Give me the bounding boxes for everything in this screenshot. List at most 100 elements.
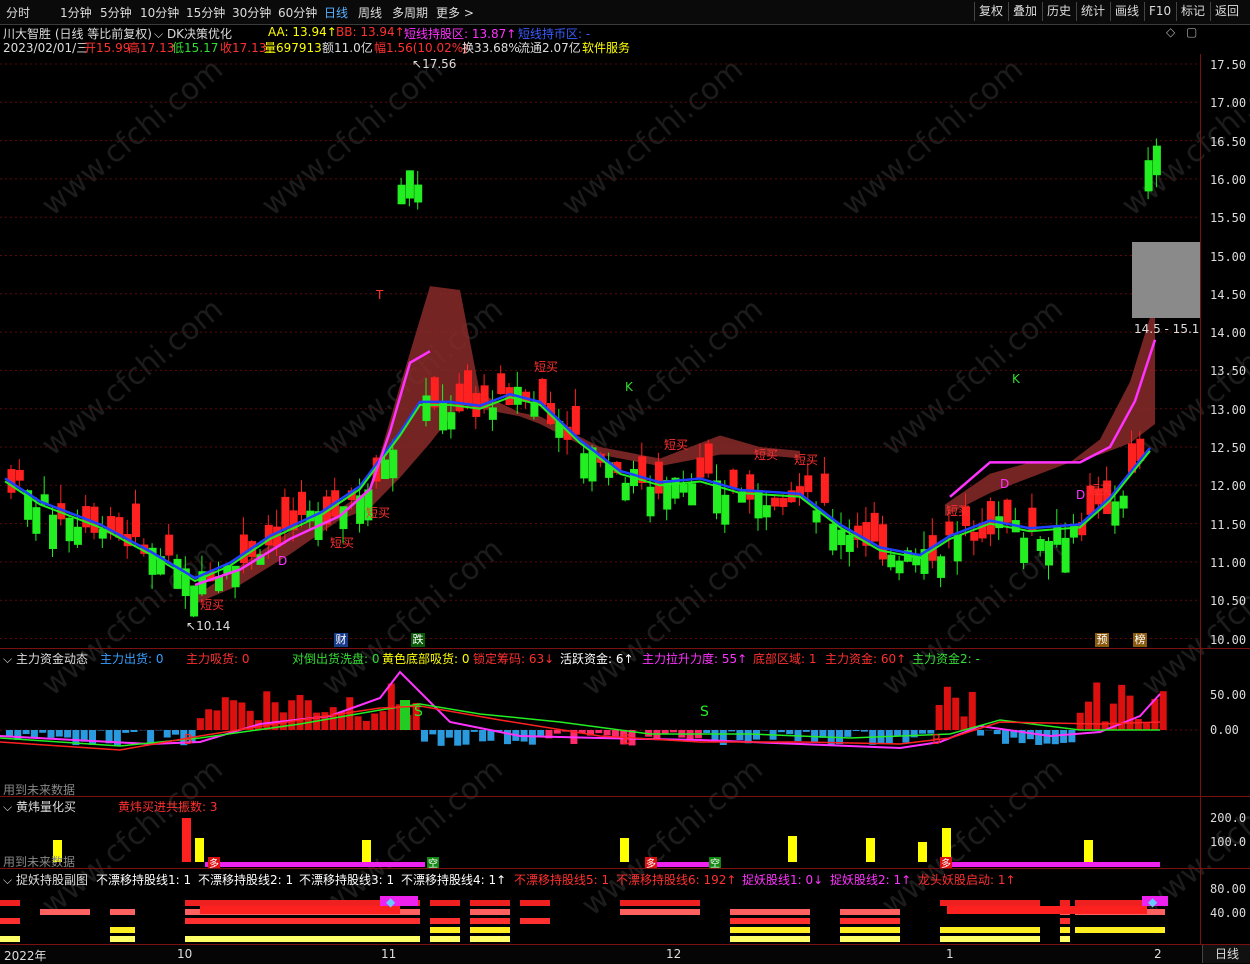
capital-bar: [471, 730, 478, 732]
capital-bar: [736, 730, 743, 740]
high-price-label: ↖17.56: [412, 57, 456, 71]
panel-divider: [0, 648, 1250, 649]
back-button[interactable]: 返回: [1210, 2, 1243, 21]
signal-t: T: [376, 288, 383, 302]
capital-bar: [429, 730, 436, 734]
candle-body: [1112, 502, 1119, 525]
candlestick-chart[interactable]: [0, 54, 1200, 648]
capital-bar: [595, 730, 602, 733]
holding-bar: [470, 918, 510, 924]
duo-marker: 多: [646, 857, 656, 868]
price-axis-tick: 10.50: [1210, 594, 1246, 608]
candle-body: [448, 413, 455, 429]
capital-bar: [380, 711, 387, 730]
overlay-button[interactable]: 叠加: [1008, 2, 1041, 21]
holding-bar: [840, 936, 900, 942]
holding-bar: [110, 927, 135, 933]
candle-body: [1021, 538, 1028, 562]
holding-bar: [110, 909, 135, 915]
holding-bar: [0, 936, 20, 942]
period-tab-10min[interactable]: 10分钟: [140, 4, 179, 21]
candle-body: [705, 444, 712, 473]
holding-bar: [730, 927, 810, 933]
holding-bar: [1060, 918, 1070, 924]
capital-bar: [172, 730, 179, 735]
fuquan-button[interactable]: 复权: [974, 2, 1007, 21]
period-tab-60min[interactable]: 60分钟: [278, 4, 317, 21]
price-axis-tick: 11.00: [1210, 556, 1246, 570]
period-tab-1min[interactable]: 1分钟: [60, 4, 92, 21]
holding-bar: [730, 909, 810, 915]
quant-buy-chart[interactable]: 多多多空空: [0, 812, 1200, 868]
capital-bar: [720, 730, 727, 745]
period-tab-more[interactable]: 更多 >: [436, 4, 474, 21]
signal-d: D: [1000, 477, 1009, 491]
capital-flow-chart[interactable]: SSBBB: [0, 664, 1200, 796]
position-line: [650, 862, 710, 867]
demon-stock-chart[interactable]: ◆◆: [0, 884, 1200, 944]
price-axis-line: [1200, 54, 1201, 944]
quant-bar: [362, 840, 371, 862]
maximize-icon[interactable]: ▢: [1186, 25, 1197, 39]
capital-bar: [604, 730, 611, 735]
holding-bar: [185, 936, 420, 942]
signal-short-buy: 短买: [534, 358, 558, 375]
capital-bar: [363, 721, 370, 730]
holding-bar: [620, 900, 700, 906]
capital-bar: [1027, 730, 1034, 739]
capital-bar: [454, 730, 461, 746]
f10-button[interactable]: F10: [1144, 2, 1175, 21]
holding-bar: [430, 927, 460, 933]
diamond-icon[interactable]: ◇: [1166, 25, 1175, 39]
capital-bar: [1127, 696, 1134, 730]
low-price-label: ↖10.14: [186, 619, 230, 633]
signal-d: D: [1076, 488, 1085, 502]
capital-bar: [222, 697, 229, 730]
candle-body: [622, 483, 629, 499]
candle-body: [655, 462, 662, 493]
candle-body: [166, 535, 173, 555]
holding-bar: [947, 906, 1147, 914]
candle-body: [572, 406, 579, 434]
signal-short-buy: 短买: [1088, 481, 1112, 498]
marker-yu[interactable]: 预: [1095, 633, 1109, 647]
price-axis-tick: 14.50: [1210, 288, 1246, 302]
ma-line-pink: [950, 340, 1155, 497]
candle-body: [954, 536, 961, 561]
time-label: 11: [381, 947, 396, 961]
candle-body: [33, 508, 40, 534]
duo-marker: 多: [941, 857, 951, 868]
capital-bar: [371, 713, 378, 730]
signal-short-buy: 短买: [664, 436, 688, 453]
candle-body: [1046, 541, 1053, 565]
period-tab-fenshi[interactable]: 分时: [6, 4, 30, 21]
capital-bar: [205, 709, 212, 730]
period-tab-15min[interactable]: 15分钟: [186, 4, 225, 21]
capital-bar: [463, 730, 470, 745]
candle-body: [133, 504, 140, 537]
signal-short-buy: 短买: [200, 596, 224, 613]
candle-body: [805, 476, 812, 492]
history-button[interactable]: 历史: [1042, 2, 1075, 21]
panel1-ytick: 50.00: [1210, 688, 1246, 702]
capital-bar: [1068, 730, 1075, 742]
marker-cai[interactable]: 财: [334, 633, 348, 647]
marker-bang[interactable]: 榜: [1133, 633, 1147, 647]
signal-d: D: [278, 554, 287, 568]
candle-body: [282, 497, 289, 529]
period-tab-daily[interactable]: 日线: [324, 4, 348, 21]
stats-button[interactable]: 统计: [1076, 2, 1109, 21]
period-indicator[interactable]: 日线: [1202, 945, 1250, 963]
panel-divider: [0, 868, 1250, 869]
period-tab-weekly[interactable]: 周线: [358, 4, 382, 21]
marker-die[interactable]: 跌: [411, 633, 425, 647]
period-tab-5min[interactable]: 5分钟: [100, 4, 132, 21]
mark-button[interactable]: 标记: [1176, 2, 1209, 21]
capital-bar: [944, 687, 951, 730]
period-tab-30min[interactable]: 30分钟: [232, 4, 271, 21]
capital-bar: [438, 730, 445, 746]
candle-body: [299, 492, 306, 514]
position-line: [950, 862, 1160, 867]
period-tab-multi[interactable]: 多周期: [392, 4, 428, 21]
draw-button[interactable]: 画线: [1110, 2, 1143, 21]
